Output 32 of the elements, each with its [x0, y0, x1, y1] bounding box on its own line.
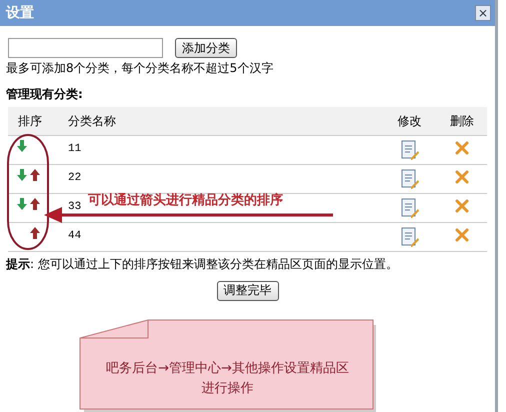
delete-icon[interactable]: [455, 228, 469, 242]
edit-icon[interactable]: [400, 168, 418, 188]
delete-icon[interactable]: [455, 141, 469, 156]
delete-icon[interactable]: [455, 170, 469, 184]
edit-icon[interactable]: [400, 198, 418, 218]
column-header: 排序: [18, 114, 42, 128]
category-name: 44: [68, 230, 82, 242]
up-arrow-icon[interactable]: [30, 169, 40, 182]
category-name: 22: [68, 172, 82, 184]
note-text: 吧务后台→管理中心→其他操作设置精品区进行操作: [105, 360, 350, 398]
down-arrow-icon[interactable]: [17, 169, 27, 182]
edit-icon[interactable]: [400, 140, 418, 160]
tip-text: 提示: 您可以通过上下的排序按钮来调整该分类在精品区页面的显示位置。: [4, 256, 399, 272]
done-button[interactable]: 调整完毕: [216, 280, 278, 300]
delete-icon[interactable]: [455, 199, 469, 214]
column-header: 分类名称: [68, 114, 116, 128]
edit-icon[interactable]: [400, 226, 418, 246]
category-name: 11: [68, 143, 82, 156]
up-arrow-icon[interactable]: [30, 227, 40, 240]
window-title: 设置: [6, 4, 34, 22]
category-name: 33: [68, 201, 82, 214]
add-category-button[interactable]: 添加分类: [175, 38, 237, 58]
limit-hint: 最多可添加8个分类，每个分类名称不超过5个汉字: [5, 60, 274, 77]
close-button[interactable]: ×: [475, 5, 491, 21]
annotation-text: 可以通过箭头进行精品分类的排序: [88, 193, 283, 209]
up-arrow-icon[interactable]: [30, 198, 40, 210]
column-header: 修改: [398, 114, 422, 128]
down-arrow-icon[interactable]: [17, 198, 27, 210]
section-title: 管理现有分类:: [5, 86, 84, 103]
down-arrow-icon[interactable]: [17, 140, 27, 152]
column-header: 删除: [450, 114, 474, 128]
category-input[interactable]: [8, 38, 163, 58]
